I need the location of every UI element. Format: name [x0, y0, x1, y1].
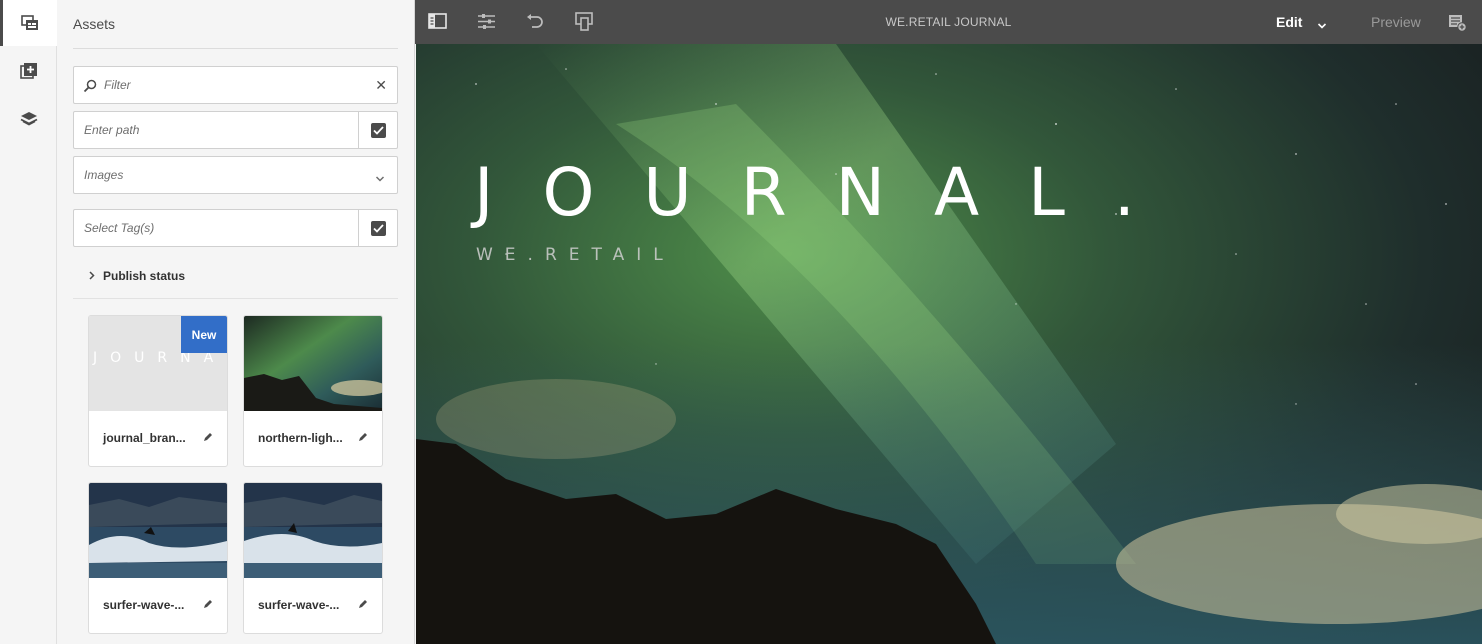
pencil-icon[interactable] [202, 597, 213, 615]
mode-selector[interactable]: Edit [1276, 14, 1302, 30]
search-icon [83, 79, 97, 98]
divider [73, 48, 398, 49]
editor-toolbar: WE.RETAIL JOURNAL Edit Preview [415, 0, 1482, 44]
hero-title: JOURNAL. [474, 154, 1184, 231]
new-badge: New [181, 316, 227, 353]
assets-icon [21, 14, 39, 32]
filter-input[interactable]: Filter ✕ [73, 66, 398, 104]
editor-app: Assets Filter ✕ Enter path Images Select… [0, 0, 1482, 644]
chevron-down-icon [375, 170, 385, 188]
asset-thumbnail [244, 483, 382, 578]
asset-name: surfer-wave-... [258, 598, 340, 612]
asset-card[interactable]: JOURNAL New journal_bran... [88, 315, 228, 467]
asset-thumbnail [89, 483, 227, 578]
asset-type-select[interactable]: Images [73, 156, 398, 194]
asset-card[interactable]: surfer-wave-... [243, 482, 383, 634]
filter-placeholder: Filter [104, 78, 131, 92]
chevron-right-icon [89, 269, 95, 283]
annotate-icon[interactable] [1448, 13, 1467, 37]
tags-browse-button[interactable] [358, 210, 397, 246]
checkbox-icon [370, 220, 386, 236]
side-rail [0, 0, 57, 644]
page-canvas[interactable]: JOURNAL. WE.RETAIL [416, 44, 1482, 644]
clear-icon[interactable]: ✕ [375, 77, 387, 94]
pencil-icon[interactable] [357, 430, 368, 448]
publish-status-label: Publish status [103, 269, 186, 283]
hero-subtitle: WE.RETAIL [476, 245, 675, 265]
components-rail-button[interactable] [0, 48, 57, 94]
layers-icon [20, 110, 38, 128]
asset-name: surfer-wave-... [103, 598, 185, 612]
path-placeholder: Enter path [84, 123, 140, 137]
chevron-down-icon[interactable] [1317, 17, 1327, 35]
pencil-icon[interactable] [202, 430, 213, 448]
path-browse-button[interactable] [358, 112, 397, 148]
tags-input[interactable]: Select Tag(s) [73, 209, 398, 247]
aurora-background-image [416, 44, 1482, 644]
tags-placeholder: Select Tag(s) [84, 221, 155, 235]
asset-thumbnail [244, 316, 382, 411]
asset-card[interactable]: northern-ligh... [243, 315, 383, 467]
asset-card[interactable]: surfer-wave-... [88, 482, 228, 634]
asset-name: journal_bran... [103, 431, 186, 445]
asset-name: northern-ligh... [258, 431, 343, 445]
assets-panel: Assets Filter ✕ Enter path Images Select… [57, 0, 415, 644]
checkbox-icon [370, 122, 386, 138]
asset-type-value: Images [84, 168, 124, 182]
assets-rail-button[interactable] [0, 0, 57, 46]
asset-thumbnail: JOURNAL New [89, 316, 227, 411]
add-component-icon [19, 62, 38, 80]
preview-button[interactable]: Preview [1371, 14, 1421, 30]
path-input[interactable]: Enter path [73, 111, 398, 149]
publish-status-toggle[interactable]: Publish status [89, 269, 185, 283]
panel-title: Assets [73, 16, 116, 32]
divider [73, 298, 398, 299]
content-tree-rail-button[interactable] [0, 96, 57, 142]
pencil-icon[interactable] [357, 597, 368, 615]
